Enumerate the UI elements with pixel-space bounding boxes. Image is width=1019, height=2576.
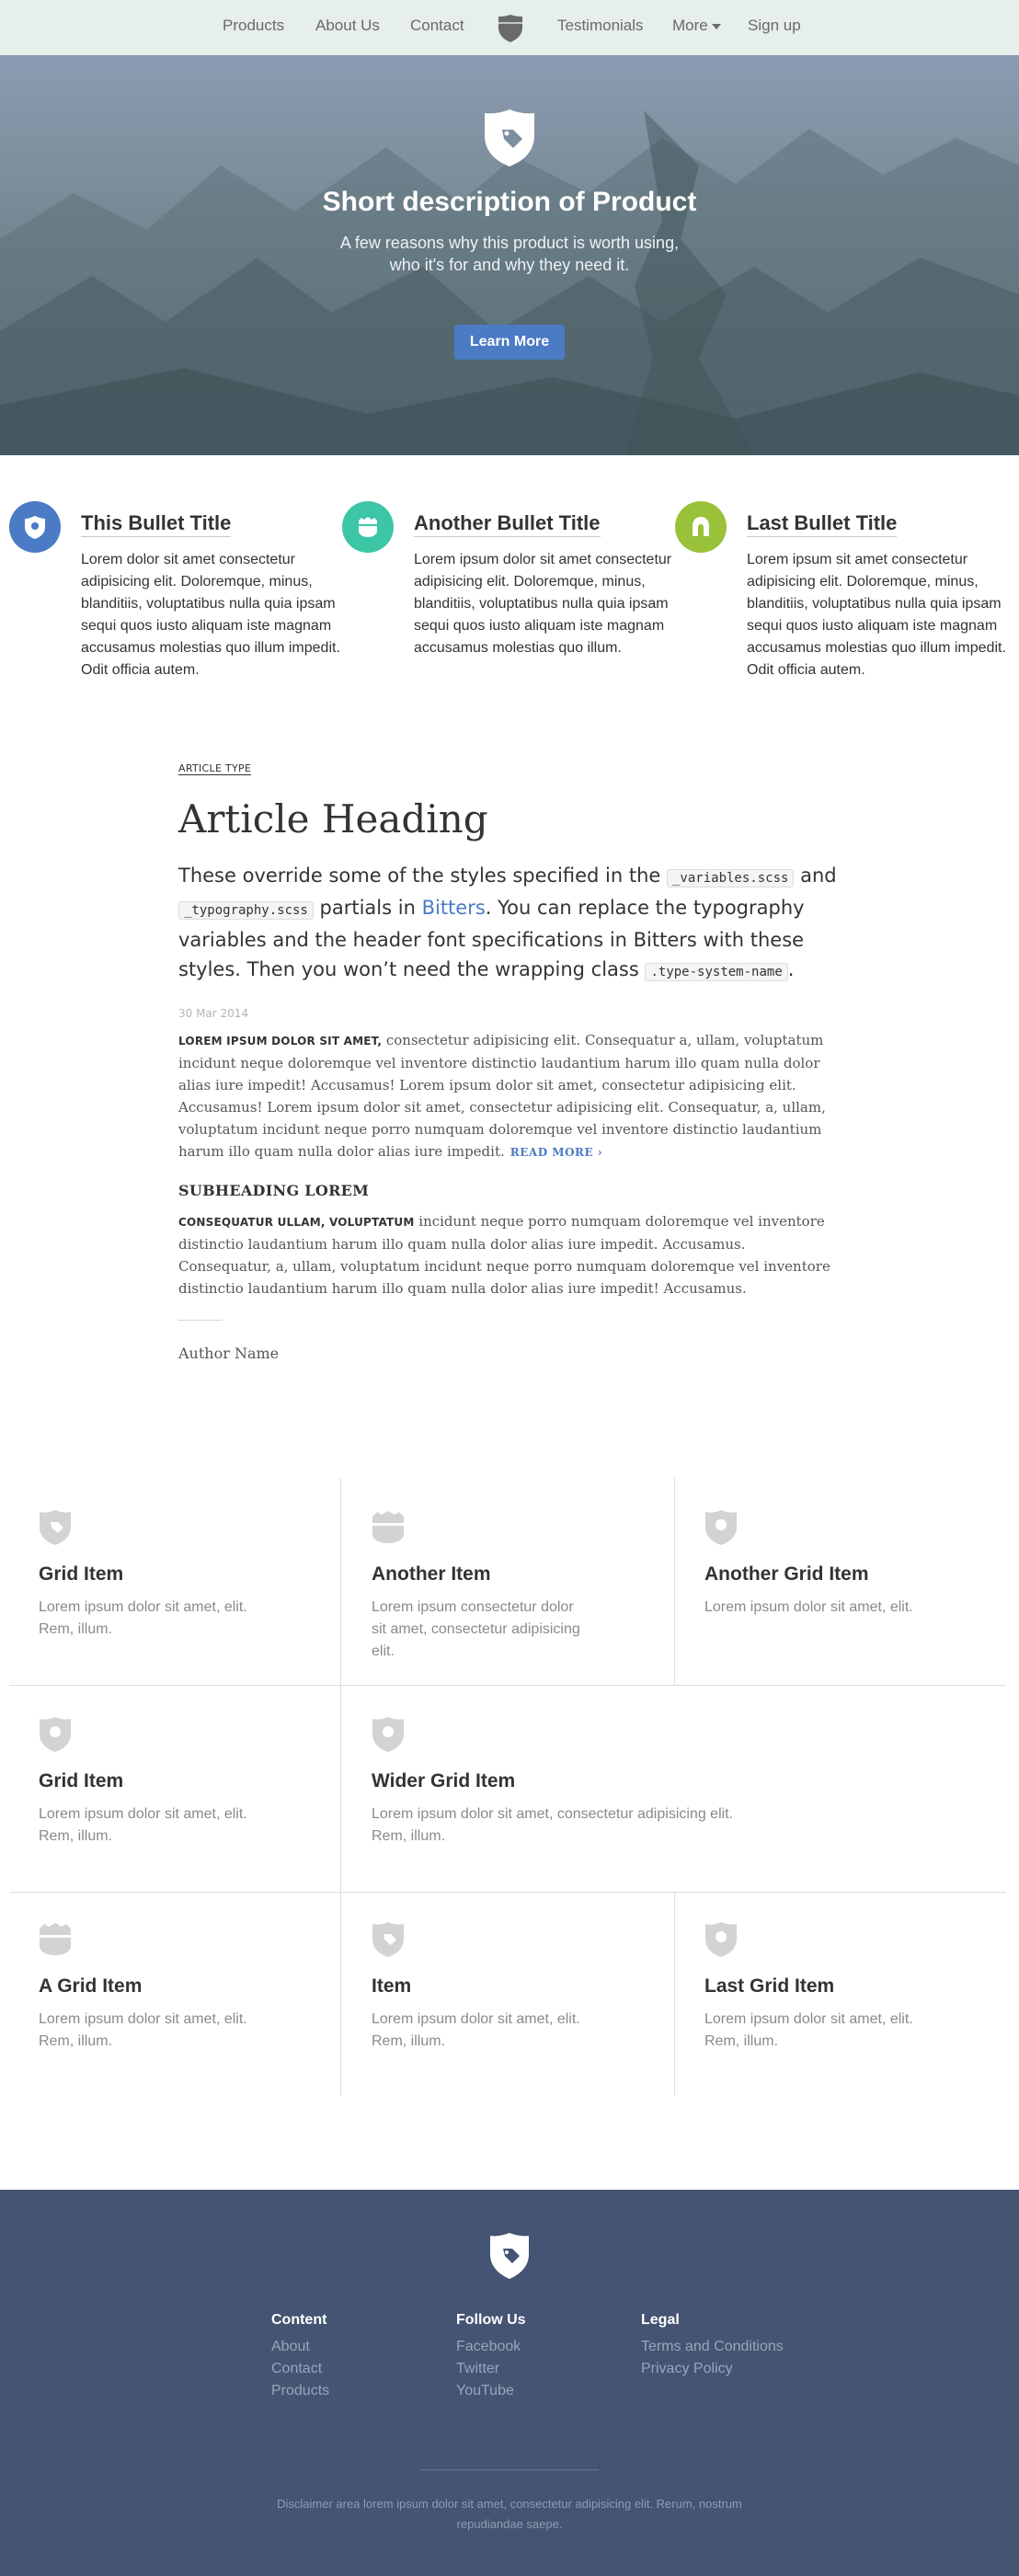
hero-title: Short description of Product [322,187,697,217]
article-date: 30 Mar 2014 [178,1007,249,1020]
nav-sign-up[interactable]: Sign up [748,17,801,35]
chevron-right-icon: › [597,1146,603,1159]
code-typography: _typography.scss [178,901,314,920]
grid-item-title: Last Grid Item [704,1975,835,1997]
grid-item-text: Lorem ipsum dolor sit amet, elit. Rem, i… [39,2011,247,2049]
grid-divider [340,1685,341,1892]
code-class-name: .type-system-name [645,963,788,981]
map-pin-icon [25,516,45,539]
hero-subtitle: A few reasons why this product is worth … [339,234,680,274]
footer-link-contact[interactable]: Contact [271,2361,322,2377]
top-nav: Products About Us Contact Testimonials M… [0,0,1019,55]
map-pin-icon [705,1922,737,1957]
grid-item-title: Item [372,1975,412,1997]
footer-link-terms[interactable]: Terms and Conditions [641,2339,784,2355]
read-more-label: READ MORE [510,1146,594,1159]
bullet-title-2: Another Bullet Title [414,511,601,537]
footer-link-privacy[interactable]: Privacy Policy [641,2361,733,2377]
bitters-link[interactable]: Bitters [422,897,486,919]
code-variables: _variables.scss [667,869,795,887]
author-divider [178,1320,223,1321]
shield-tag-icon[interactable] [487,2231,532,2281]
footer-heading-follow-us: Follow Us [456,2312,526,2328]
badge-icon [372,1511,404,1543]
bullet-text-3: Lorem ipsum sit amet consectetur adipisi… [747,552,1006,678]
nav-more-label: More [672,17,708,34]
grid-item-title: Wider Grid Item [372,1770,516,1792]
footer-link-products[interactable]: Products [271,2383,329,2399]
nav-contact[interactable]: Contact [410,17,464,35]
footer-disclaimer: Disclaimer area lorem ipsum dolor sit am… [277,2497,742,2531]
grid-item-title: Grid Item [39,1770,124,1792]
bullet-icon-2 [342,501,394,553]
grid-item-title: A Grid Item [39,1975,143,1997]
grid-item-text: Lorem ipsum dolor sit amet, elit. Rem, i… [372,2011,580,2049]
lead-text: partials in [313,897,422,919]
footer: Content About Contact Products Follow Us… [0,2190,1019,2576]
article-lead: These override some of the styles specif… [178,861,841,987]
grid-divider [340,1478,341,1685]
grid-divider [674,1892,675,2096]
grid-item-text: Lorem ipsum dolor sit amet, elit. [704,1599,913,1615]
article-heading: Article Heading [178,796,488,841]
paragraph-lead-in: LOREM IPSUM DOLOR SIT AMET, [178,1035,383,1048]
bullet-icon-1 [9,501,61,553]
lead-text: and [794,864,837,887]
read-more-link[interactable]: READ MORE › [510,1146,602,1159]
article-paragraph-2: CONSEQUATUR ULLAM, VOLUPTATUM incidunt n… [178,1210,841,1299]
footer-link-twitter[interactable]: Twitter [456,2361,499,2377]
shield-tag-icon [40,1510,71,1545]
bullet-icon-3 [675,501,727,553]
grid-item-text: Lorem ipsum dolor sit amet, elit. Rem, i… [39,1599,247,1637]
nav-testimonials[interactable]: Testimonials [557,17,644,35]
badge-icon [40,1923,71,1955]
grid-item-title: Grid Item [39,1563,124,1585]
article-type-label[interactable]: ARTICLE TYPE [178,762,252,775]
footer-link-about[interactable]: About [271,2339,310,2355]
learn-more-button[interactable]: Learn More [454,325,565,360]
lead-text: These override some of the styles specif… [178,864,667,887]
grid-item-text: Lorem ipsum dolor sit amet, consectetur … [372,1806,734,1844]
hero-section: Short description of Product A few reaso… [0,55,1019,455]
tag-icon [693,517,709,536]
map-pin-icon [705,1510,737,1545]
grid-divider [9,1892,1006,1893]
footer-heading-legal: Legal [641,2312,680,2328]
grid-divider [674,1478,675,1685]
footer-heading-content: Content [271,2312,327,2328]
grid-item-text: Lorem ipsum dolor sit amet, elit. Rem, i… [704,2011,913,2049]
nav-about-us[interactable]: About Us [315,17,380,35]
bullet-text-1: Lorem dolor sit amet consectetur adipisi… [81,552,340,678]
article-subheading: SUBHEADING LOREM [178,1182,370,1199]
bullet-title-1: This Bullet Title [81,511,232,537]
footer-link-facebook[interactable]: Facebook [456,2339,521,2355]
nav-products[interactable]: Products [223,17,284,35]
article-paragraph-1: LOREM IPSUM DOLOR SIT AMET, consectetur … [178,1029,841,1163]
grid-item-title: Another Item [372,1563,491,1585]
lead-text: . [787,958,795,980]
grid-item-text: Lorem ipsum dolor sit amet, elit. Rem, i… [39,1806,247,1844]
chevron-down-icon [711,23,721,29]
grid-item-title: Another Grid Item [704,1563,869,1585]
map-pin-icon [372,1717,404,1752]
shield-tag-icon [485,109,534,166]
grid-item-text: Lorem ipsum consectetur dolor sit amet, … [372,1599,580,1659]
shield-tag-icon [372,1922,404,1957]
footer-divider [420,2469,599,2470]
footer-link-youtube[interactable]: YouTube [456,2383,514,2399]
paragraph-lead-in: CONSEQUATUR ULLAM, VOLUPTATUM [178,1216,415,1229]
author-name: Author Name [178,1345,280,1362]
grid-divider [9,1685,1006,1686]
grid-divider [340,1892,341,2096]
nav-more[interactable]: More [672,17,721,35]
paragraph-text: consectetur adipisicing elit. Consequatu… [178,1032,826,1160]
shield-logo-icon[interactable] [497,14,524,43]
bullet-text-2: Lorem ipsum dolor sit amet consectetur a… [414,552,672,656]
bullet-title-3: Last Bullet Title [747,511,898,537]
badge-icon [359,517,377,537]
map-pin-icon [40,1717,71,1752]
